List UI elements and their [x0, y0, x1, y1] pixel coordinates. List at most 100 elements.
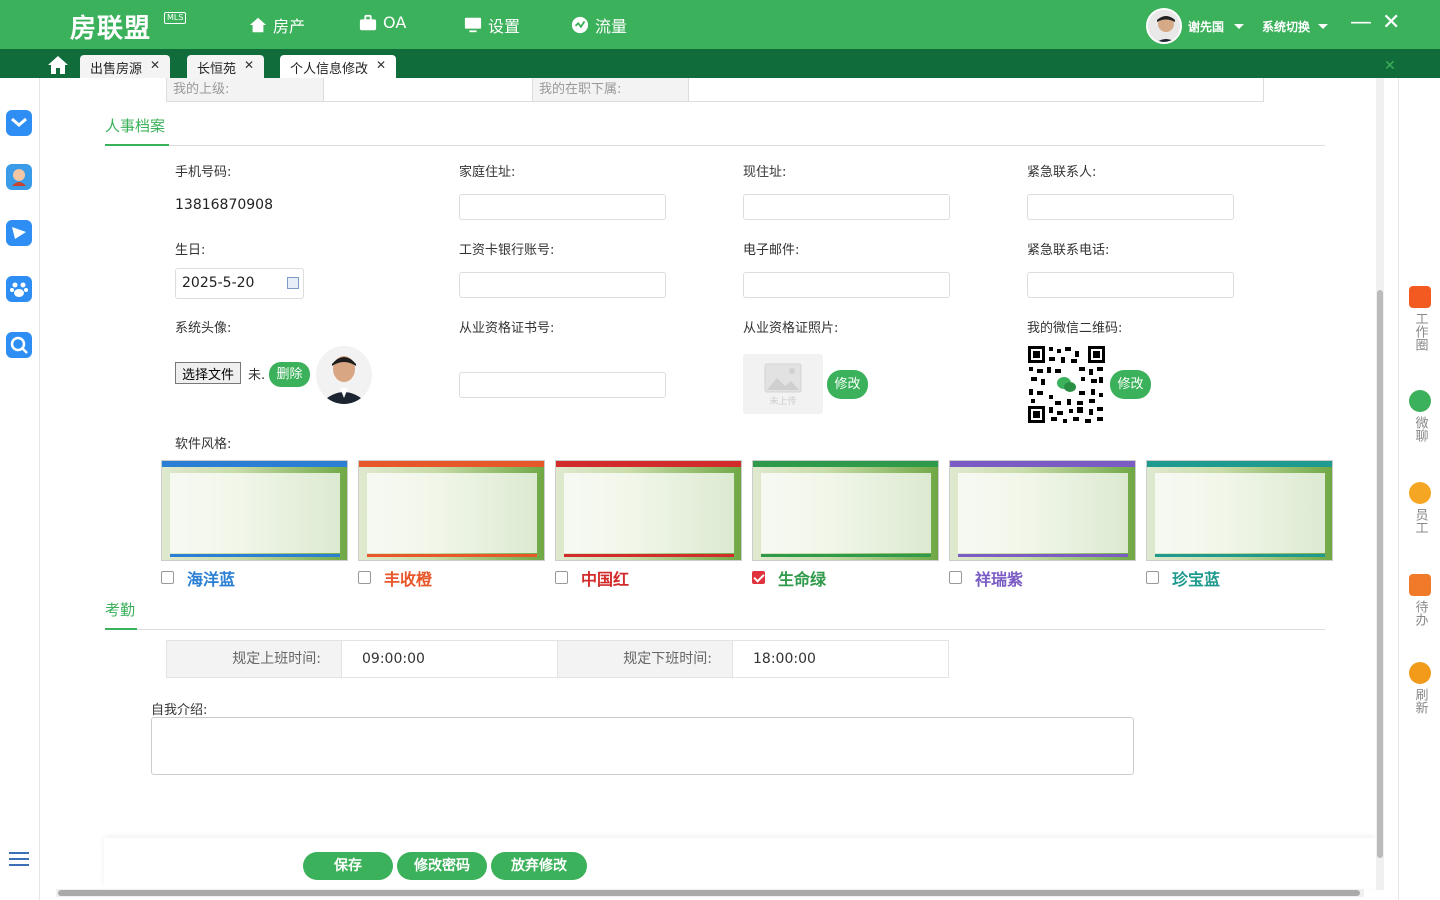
user-menu[interactable]: 谢先国	[1146, 8, 1245, 44]
theme-label[interactable]: 中国红	[581, 566, 629, 590]
birthday-input[interactable]: 2025-5-20	[175, 268, 304, 299]
divider	[105, 629, 1325, 630]
home-address-input[interactable]	[459, 194, 666, 220]
home-icon[interactable]	[47, 55, 69, 75]
theme-label[interactable]: 丰收橙	[384, 566, 432, 590]
system-switch-label: 系统切换	[1262, 20, 1311, 34]
chevron-down-icon	[1318, 24, 1329, 29]
system-switch[interactable]: 系统切换	[1262, 18, 1329, 35]
chevron-down-icon	[1234, 23, 1245, 29]
theme-preview[interactable]	[752, 460, 939, 561]
scrollbar-thumb[interactable]	[58, 890, 1360, 896]
menu-icon[interactable]	[9, 852, 29, 866]
emergency-contact-input[interactable]	[1027, 194, 1234, 220]
rail-item-work-circle[interactable]: 工作圈	[1405, 286, 1435, 351]
email-label: 电子邮件:	[743, 243, 800, 258]
horizontal-scrollbar[interactable]	[56, 889, 1364, 897]
bank-account-input[interactable]	[459, 272, 666, 298]
close-icon[interactable]: ✕	[1382, 12, 1400, 34]
tab-sale-listings[interactable]: 出售房源 ✕	[80, 55, 171, 78]
monitor-icon	[464, 17, 482, 33]
rail-label: 员工	[1412, 508, 1428, 534]
intro-textarea[interactable]	[151, 717, 1134, 775]
close-icon[interactable]: ✕	[150, 58, 160, 78]
nav-settings-label: 设置	[488, 17, 521, 36]
nav-traffic[interactable]: 流量	[571, 13, 627, 37]
nav-traffic-label: 流量	[595, 17, 628, 36]
nav-settings[interactable]: 设置	[464, 13, 520, 37]
theme-preview[interactable]	[358, 460, 545, 561]
choose-file-button[interactable]: 选择文件	[175, 362, 242, 384]
theme-label[interactable]: 生命绿	[778, 566, 826, 590]
rail-label: 微聊	[1412, 416, 1428, 442]
discard-changes-button[interactable]: 放弃修改	[491, 852, 587, 880]
minimize-icon[interactable]: —	[1350, 12, 1372, 34]
tab-changhengyuan[interactable]: 长恒苑 ✕	[187, 55, 265, 78]
change-password-button[interactable]: 修改密码	[397, 852, 487, 880]
modify-cert-photo-button[interactable]: 修改	[827, 370, 868, 399]
nav-oa-label: OA	[383, 13, 407, 32]
avatar-preview	[316, 346, 372, 404]
calendar-icon[interactable]	[287, 277, 299, 289]
rail-item-staff[interactable]: 员工	[1405, 482, 1435, 534]
theme-label[interactable]: 珍宝蓝	[1172, 566, 1220, 590]
end-time-label: 规定下班时间:	[557, 641, 732, 677]
theme-preview[interactable]	[949, 460, 1136, 561]
cert-no-input[interactable]	[459, 372, 666, 398]
theme-checkbox[interactable]	[161, 571, 174, 584]
rail-item-chat[interactable]: 微聊	[1405, 390, 1435, 442]
tab-label: 长恒苑	[197, 62, 237, 77]
search-icon[interactable]	[6, 332, 32, 358]
email-input[interactable]	[743, 272, 950, 298]
nav-oa[interactable]: OA	[359, 13, 406, 32]
scrollbar-thumb[interactable]	[1377, 290, 1383, 858]
person-icon[interactable]	[6, 164, 32, 190]
no-file-text: 未.	[248, 368, 266, 383]
start-time-value: 09:00:00	[341, 641, 557, 677]
rail-label: 待办	[1412, 600, 1428, 626]
wechat-qr-code	[1027, 345, 1106, 424]
tab-personal-info[interactable]: 个人信息修改 ✕	[280, 55, 397, 78]
delete-avatar-button[interactable]: 删除	[269, 362, 310, 387]
theme-label[interactable]: 祥瑞紫	[975, 566, 1023, 590]
nav-house-label: 房产	[273, 17, 306, 36]
theme-checkbox[interactable]	[555, 571, 568, 584]
theme-checkbox[interactable]	[752, 571, 765, 584]
superior-label: 我的上级:	[167, 78, 323, 101]
send-icon[interactable]	[6, 220, 32, 246]
close-icon[interactable]: ✕	[244, 58, 254, 78]
modify-wechat-qr-button[interactable]: 修改	[1110, 370, 1151, 399]
phone-label: 手机号码:	[175, 165, 232, 180]
phone-value: 13816870908	[175, 197, 273, 213]
app-shortcut-icon[interactable]	[6, 110, 32, 136]
paw-icon[interactable]	[6, 276, 32, 302]
vertical-scrollbar[interactable]	[1376, 78, 1384, 890]
rail-item-todo[interactable]: 待办	[1405, 574, 1435, 626]
section-title-attendance: 考勤	[105, 601, 136, 619]
theme-preview[interactable]	[161, 460, 348, 561]
end-time-value: 18:00:00	[732, 641, 948, 677]
theme-checkbox[interactable]	[1146, 571, 1159, 584]
theme-label[interactable]: 海洋蓝	[187, 566, 235, 590]
theme-checkbox[interactable]	[949, 571, 962, 584]
rail-label: 工作圈	[1412, 312, 1428, 351]
intro-label: 自我介绍:	[151, 703, 208, 718]
save-button[interactable]: 保存	[303, 852, 393, 880]
emergency-contact-label: 紧急联系人:	[1027, 165, 1097, 180]
attendance-row: 规定上班时间: 09:00:00 规定下班时间: 18:00:00	[166, 640, 949, 678]
theme-checkbox[interactable]	[358, 571, 371, 584]
emergency-phone-input[interactable]	[1027, 272, 1234, 298]
theme-preview[interactable]	[1146, 460, 1333, 561]
nav-house[interactable]: 房产	[249, 13, 305, 37]
current-address-input[interactable]	[743, 194, 950, 220]
theme-preview[interactable]	[555, 460, 742, 561]
rail-item-refresh[interactable]: 刷新	[1405, 662, 1435, 714]
avatar-label: 系统头像:	[175, 321, 232, 336]
close-all-tabs-icon[interactable]: ✕	[1384, 58, 1396, 74]
app-logo[interactable]: 房联盟	[70, 8, 151, 45]
subordinate-label: 我的在职下属:	[532, 78, 688, 101]
user-avatar	[1146, 8, 1182, 44]
rail-label: 刷新	[1412, 688, 1428, 714]
refresh-icon	[1409, 662, 1431, 684]
close-icon[interactable]: ✕	[376, 58, 386, 78]
